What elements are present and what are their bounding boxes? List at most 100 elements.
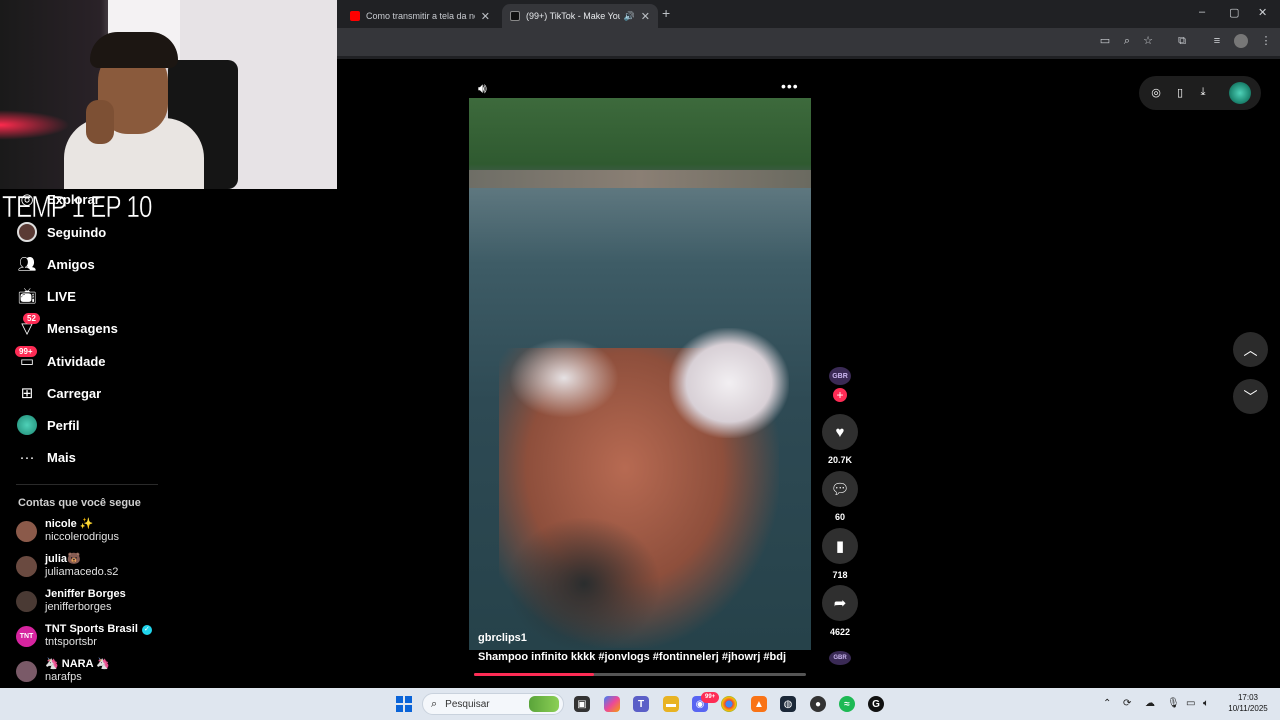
share-button[interactable]: ➦ bbox=[822, 585, 858, 621]
copilot-icon[interactable] bbox=[604, 696, 620, 712]
sidebar-item-carregar[interactable]: ⊞ Carregar bbox=[17, 381, 102, 405]
close-window-button[interactable]: ✕ bbox=[1258, 6, 1267, 19]
extensions-icon[interactable]: ⧉ bbox=[1175, 34, 1189, 48]
save-button[interactable]: ▮ bbox=[822, 528, 858, 564]
minimize-button[interactable]: – bbox=[1199, 6, 1205, 18]
sidebar-item-live[interactable]: 📺︎ LIVE bbox=[17, 284, 75, 308]
search-placeholder: Pesquisar bbox=[445, 698, 490, 710]
network-icon[interactable]: ▭ bbox=[1186, 698, 1195, 709]
tab-label: Como transmitir a tela da netfli bbox=[366, 11, 475, 21]
zoom-icon[interactable]: ⌕ bbox=[1120, 34, 1134, 48]
account-item[interactable]: julia🐻 juliamacedo.s2 bbox=[16, 551, 118, 581]
taskbar-clock[interactable]: 17:03 10/11/2025 bbox=[1222, 692, 1274, 714]
account-item[interactable]: 🦄 NARA 🦄 narafps bbox=[16, 656, 110, 686]
save-count: 718 bbox=[832, 570, 848, 580]
profile-icon[interactable] bbox=[1234, 34, 1248, 48]
following-avatar bbox=[17, 222, 37, 242]
sidebar-item-explorar[interactable]: ◎ Explorar bbox=[17, 187, 100, 211]
video-shorts bbox=[509, 518, 659, 650]
download-icon[interactable]: ⤓ bbox=[1196, 86, 1210, 99]
creator-avatar[interactable]: GBR bbox=[829, 367, 851, 385]
tab-label: (99+) TikTok - Make Your Da bbox=[526, 11, 620, 21]
tab-close-icon[interactable]: ✕ bbox=[481, 10, 490, 23]
account-item[interactable]: nicole ✨ niccolerodrigus bbox=[16, 516, 119, 546]
tnt-avatar: TNT bbox=[16, 625, 37, 647]
steam-icon[interactable]: ◍ bbox=[780, 696, 796, 712]
cast-icon[interactable]: ▭ bbox=[1098, 34, 1112, 48]
sidebar-item-amigos[interactable]: 👥︎ Amigos bbox=[17, 252, 94, 276]
video-shoreline bbox=[469, 170, 811, 188]
profile-avatar bbox=[17, 415, 37, 435]
chrome-icon[interactable] bbox=[721, 696, 737, 712]
account-display-name: julia🐻 bbox=[45, 553, 81, 565]
sidebar-item-atividade[interactable]: ▭ 99+ Atividade bbox=[15, 346, 106, 373]
teams-icon[interactable]: T bbox=[633, 696, 649, 712]
heart-icon: ♥ bbox=[835, 423, 845, 441]
windows-start-icon[interactable] bbox=[396, 696, 412, 712]
sidebar-item-mensagens[interactable]: ▽ 52 Mensagens bbox=[17, 313, 118, 340]
compass-icon[interactable]: ◎ bbox=[1149, 86, 1163, 99]
g-app-icon[interactable]: G bbox=[868, 696, 884, 712]
video-player[interactable] bbox=[469, 98, 811, 650]
sidebar-divider bbox=[16, 484, 158, 485]
account-display-name: nicole ✨ bbox=[45, 518, 94, 530]
account-display-name: 🦄 NARA 🦄 bbox=[45, 658, 110, 670]
task-view-icon[interactable]: ▣ bbox=[574, 696, 590, 712]
more-options-icon[interactable]: ••• bbox=[781, 78, 799, 94]
account-username: juliamacedo.s2 bbox=[45, 566, 119, 578]
clock-time: 17:03 bbox=[1237, 693, 1259, 702]
bookmark-star-icon[interactable]: ☆ bbox=[1141, 34, 1155, 48]
account-item[interactable]: TNT TNT Sports Brasil ✓ tntsportsbr bbox=[16, 621, 152, 651]
avatar bbox=[16, 520, 37, 542]
microphone-icon[interactable]: 🎙︎ bbox=[1167, 698, 1180, 709]
menu-kebab-icon[interactable]: ⋮ bbox=[1259, 34, 1273, 48]
verified-icon: ✓ bbox=[141, 624, 152, 635]
phone-icon[interactable]: ▯ bbox=[1173, 86, 1187, 99]
taskbar-search[interactable]: ⌕ Pesquisar bbox=[422, 693, 564, 715]
obs-icon[interactable]: ● bbox=[810, 696, 826, 712]
music-disc-icon[interactable]: GBR bbox=[829, 651, 851, 665]
speaker-icon[interactable]: 🔈︎ bbox=[1203, 698, 1209, 709]
sidebar-item-label: Atividade bbox=[47, 353, 106, 369]
compass-icon: ◎ bbox=[20, 191, 34, 208]
video-progress-bar[interactable] bbox=[474, 673, 806, 676]
comment-button[interactable]: 💬︎ bbox=[822, 471, 858, 507]
next-video-button[interactable]: ﹀ bbox=[1233, 379, 1268, 414]
follow-button[interactable]: + bbox=[833, 388, 847, 402]
sidebar-item-mais[interactable]: ··· Mais bbox=[17, 445, 76, 469]
tray-chevron-up-icon[interactable]: ⌃ bbox=[1103, 698, 1111, 709]
tab-youtube[interactable]: Como transmitir a tela da netfli ✕ bbox=[342, 4, 498, 28]
account-item[interactable]: Jeniffer Borges jenifferborges bbox=[16, 586, 126, 616]
chevron-down-icon: ﹀ bbox=[1243, 388, 1258, 405]
tab-audio-icon[interactable]: 🔊 bbox=[624, 11, 635, 22]
cloud-icon[interactable]: ☁ bbox=[1145, 698, 1155, 709]
tab-close-icon[interactable]: ✕ bbox=[641, 10, 650, 23]
app-triangle-icon[interactable]: ▲ bbox=[751, 696, 767, 712]
sidebar-item-perfil[interactable]: Perfil bbox=[17, 413, 80, 437]
messages-badge: 52 bbox=[23, 313, 40, 324]
video-author[interactable]: gbrclips1 bbox=[478, 632, 527, 644]
search-icon: ⌕ bbox=[431, 697, 438, 710]
new-tab-button[interactable]: + bbox=[662, 5, 670, 21]
spotify-icon[interactable]: ≈ bbox=[839, 696, 855, 712]
video-caption: Shampoo infinito kkkk #jonvlogs #fontinn… bbox=[478, 651, 787, 663]
previous-video-button[interactable]: ︿ bbox=[1233, 332, 1268, 367]
file-explorer-icon[interactable]: ▬ bbox=[663, 696, 679, 712]
volume-icon[interactable]: 🔊︎ bbox=[478, 80, 487, 97]
maximize-button[interactable]: ▢ bbox=[1229, 6, 1239, 19]
video-progress-fill bbox=[474, 673, 594, 676]
live-tv-icon: 📺︎ bbox=[17, 288, 37, 305]
toolbar-divider bbox=[337, 56, 1280, 59]
search-highlight-image bbox=[529, 696, 559, 712]
webcam-person-hair bbox=[90, 32, 178, 68]
like-button[interactable]: ♥ bbox=[822, 414, 858, 450]
like-count: 20.7K bbox=[827, 455, 853, 465]
tray-refresh-icon[interactable]: ⟳ bbox=[1123, 698, 1131, 709]
sidebar-item-label: Explorar bbox=[47, 191, 100, 207]
account-display-name: Jeniffer Borges bbox=[45, 588, 126, 600]
tab-tiktok[interactable]: (99+) TikTok - Make Your Da 🔊 ✕ bbox=[502, 4, 658, 28]
media-control-icon[interactable]: ≡ bbox=[1210, 34, 1224, 48]
user-avatar[interactable] bbox=[1229, 82, 1251, 104]
sidebar-item-seguindo[interactable]: Seguindo bbox=[17, 220, 106, 244]
avatar bbox=[16, 555, 37, 577]
